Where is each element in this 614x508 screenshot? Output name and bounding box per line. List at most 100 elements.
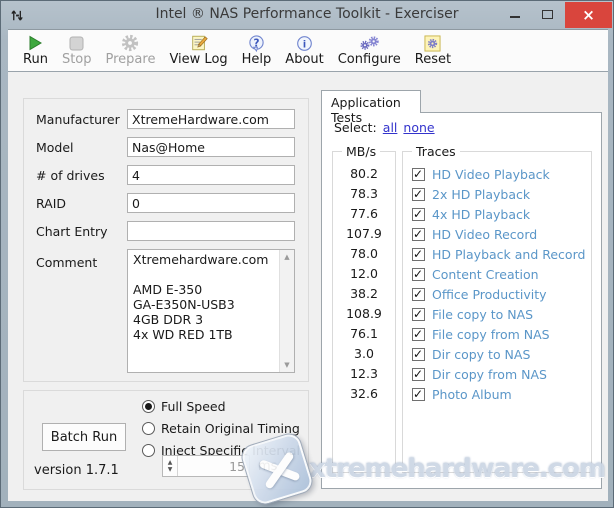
trace-row: Content Creation — [403, 264, 591, 284]
prepare-gear-icon — [121, 34, 139, 52]
comment-scrollbar[interactable]: ▲ ▼ — [279, 250, 294, 372]
scroll-down-icon[interactable]: ▼ — [280, 361, 294, 369]
trace-speed: 107.9 — [333, 224, 395, 244]
trace-checkbox[interactable] — [412, 268, 425, 281]
trace-label[interactable]: HD Video Playback — [432, 167, 550, 182]
view-log-notepad-icon — [190, 34, 208, 52]
trace-speed: 12.0 — [333, 264, 395, 284]
chart-entry-field[interactable] — [127, 221, 295, 241]
traces-column: Traces HD Video Playback 2x HD Playback … — [402, 151, 592, 473]
interval-value-field[interactable] — [179, 456, 249, 476]
drives-field[interactable] — [127, 165, 295, 185]
tab-application-tests[interactable]: Application Tests — [321, 90, 421, 113]
radio-retain-timing[interactable]: Retain Original Timing — [142, 420, 300, 437]
trace-row: HD Video Record — [403, 224, 591, 244]
trace-row: Office Productivity — [403, 284, 591, 304]
trace-checkbox[interactable] — [412, 348, 425, 361]
mbps-column-header: MB/s — [342, 144, 380, 159]
trace-label[interactable]: HD Playback and Record — [432, 247, 585, 262]
traces-column-header: Traces — [412, 144, 460, 159]
radio-circle[interactable] — [142, 422, 155, 435]
configure-button[interactable]: Configure — [331, 33, 408, 68]
trace-speed: 32.6 — [333, 384, 395, 404]
trace-label[interactable]: Dir copy to NAS — [432, 347, 530, 362]
model-field[interactable] — [127, 137, 295, 157]
trace-checkbox[interactable] — [412, 208, 425, 221]
stop-icon — [69, 34, 84, 52]
reset-gear-icon — [424, 34, 441, 52]
comment-field[interactable]: Xtremehardware.com AMD E-350 GA-E350N-US… — [128, 250, 279, 372]
view-log-button[interactable]: View Log — [162, 33, 234, 68]
radio-circle[interactable] — [142, 444, 155, 457]
trace-checkbox[interactable] — [412, 228, 425, 241]
trace-label[interactable]: HD Video Record — [432, 227, 537, 242]
trace-checkbox[interactable] — [412, 188, 425, 201]
trace-label[interactable]: 2x HD Playback — [432, 187, 530, 202]
trace-row: HD Video Playback — [403, 164, 591, 184]
manufacturer-label: Manufacturer — [36, 112, 120, 127]
trace-checkbox[interactable] — [412, 308, 425, 321]
about-button[interactable]: i About — [278, 33, 330, 68]
help-question-icon: ? — [248, 34, 265, 52]
minimize-button[interactable] — [501, 1, 529, 28]
run-button[interactable]: Run — [16, 33, 55, 68]
run-icon — [27, 34, 43, 52]
help-button[interactable]: ? Help — [235, 33, 279, 68]
trace-row: File copy to NAS — [403, 304, 591, 324]
trace-row: Dir copy from NAS — [403, 364, 591, 384]
batch-run-button[interactable]: Batch Run — [42, 423, 126, 451]
raid-field[interactable] — [127, 193, 295, 213]
trace-speed: 78.0 — [333, 244, 395, 264]
run-options-groupbox: Batch Run Full Speed Retain Original Tim… — [23, 390, 309, 490]
configure-gears-icon — [359, 34, 379, 52]
drives-label: # of drives — [36, 168, 105, 183]
trace-checkbox[interactable] — [412, 248, 425, 261]
close-button[interactable]: × — [565, 2, 612, 28]
trace-row: File copy from NAS — [403, 324, 591, 344]
prepare-button[interactable]: Prepare — [99, 33, 163, 68]
trace-label[interactable]: File copy from NAS — [432, 327, 550, 342]
trace-label[interactable]: Photo Album — [432, 387, 512, 402]
trace-speed: 80.2 — [333, 164, 395, 184]
system-info-groupbox: Manufacturer Model # of drives RAID Char… — [23, 98, 309, 382]
trace-checkbox[interactable] — [412, 288, 425, 301]
manufacturer-field[interactable] — [127, 109, 295, 129]
interval-spinner[interactable]: ▲ ▼ — [162, 455, 250, 477]
select-all-link[interactable]: all — [383, 120, 398, 135]
trace-label[interactable]: Dir copy from NAS — [432, 367, 547, 382]
about-info-icon: i — [296, 34, 313, 52]
trace-label[interactable]: 4x HD Playback — [432, 207, 530, 222]
trace-speed: 108.9 — [333, 304, 395, 324]
version-label: version 1.7.1 — [34, 463, 119, 478]
trace-label[interactable]: Office Productivity — [432, 287, 547, 302]
raid-label: RAID — [36, 196, 66, 211]
trace-row: HD Playback and Record — [403, 244, 591, 264]
title-bar: Intel ® NAS Performance Toolkit - Exerci… — [1, 1, 613, 29]
spinner-arrows[interactable]: ▲ ▼ — [163, 456, 178, 476]
toolbar: Run Stop Prepare — [8, 30, 608, 72]
trace-checkbox[interactable] — [412, 328, 425, 341]
trace-checkbox[interactable] — [412, 368, 425, 381]
trace-row: Dir copy to NAS — [403, 344, 591, 364]
trace-speed: 3.0 — [333, 344, 395, 364]
spinner-up-icon[interactable]: ▲ — [163, 459, 177, 466]
spinner-down-icon[interactable]: ▼ — [163, 466, 177, 473]
reset-button[interactable]: Reset — [408, 33, 458, 68]
trace-label[interactable]: Content Creation — [432, 267, 539, 282]
trace-checkbox[interactable] — [412, 388, 425, 401]
trace-row: 2x HD Playback — [403, 184, 591, 204]
exerciser-window: Intel ® NAS Performance Toolkit - Exerci… — [0, 0, 614, 508]
scroll-up-icon[interactable]: ▲ — [280, 253, 294, 261]
trace-label[interactable]: File copy to NAS — [432, 307, 533, 322]
radio-circle[interactable] — [142, 400, 155, 413]
stop-button[interactable]: Stop — [55, 33, 99, 68]
maximize-button[interactable] — [533, 1, 561, 28]
trace-checkbox[interactable] — [412, 168, 425, 181]
trace-row: 4x HD Playback — [403, 204, 591, 224]
trace-speed: 38.2 — [333, 284, 395, 304]
select-none-link[interactable]: none — [403, 120, 434, 135]
radio-full-speed[interactable]: Full Speed — [142, 398, 226, 415]
comment-label: Comment — [36, 255, 97, 270]
trace-speed: 12.3 — [333, 364, 395, 384]
application-tests-panel: Select:allnone MB/s 80.2 78.3 77.6 107.9… — [321, 112, 602, 489]
